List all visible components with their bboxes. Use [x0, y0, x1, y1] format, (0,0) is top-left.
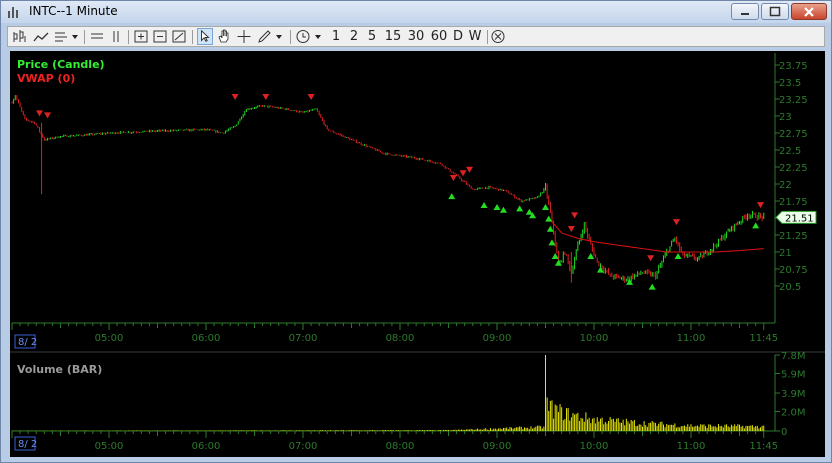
- timeframe-30-button[interactable]: 30: [405, 28, 427, 45]
- volume-panel[interactable]: 7.8M 5.9M 3.9M 2.0M 0 05:00 06:00 07:00 08:00 09…: [11, 351, 806, 452]
- price-y-tick-label: 23: [779, 112, 792, 123]
- timeframe-60-button[interactable]: 60: [428, 28, 450, 45]
- horizontal-line-icon[interactable]: [89, 28, 105, 45]
- volume-x-tick-label: 08:00: [386, 441, 415, 452]
- hand-icon[interactable]: [216, 28, 232, 45]
- price-x-tick-label: 09:00: [483, 333, 512, 344]
- price-y-tick-label: 22.25: [779, 163, 808, 174]
- chart-area[interactable]: 23.75 23.5 23.25 23 22.75 22.5 22.25 22 21.75 21.…: [10, 51, 825, 457]
- vwap-series-label: VWAP (0): [17, 72, 75, 85]
- volume-y-tick-label: 3.9M: [781, 389, 806, 400]
- price-x-tick-label: 05:00: [95, 333, 124, 344]
- pencil-icon[interactable]: [256, 28, 272, 45]
- window-title: INTC--1 Minute: [29, 4, 118, 18]
- chevron-down-icon[interactable]: [70, 28, 80, 45]
- vertical-line-icon[interactable]: [109, 28, 123, 45]
- volume-y-tick-label: 0: [781, 427, 787, 438]
- volume-y-tick-label: 7.8M: [781, 351, 806, 362]
- close-icon: [804, 7, 814, 17]
- toolbar-divider: [128, 30, 129, 44]
- line-chart-icon[interactable]: [32, 28, 50, 45]
- volume-x-tick-label: 06:00: [192, 441, 221, 452]
- last-price-tag: 21.51: [775, 210, 817, 224]
- price-y-tick-label: 22.5: [779, 146, 801, 157]
- timeframe-5-button[interactable]: 5: [365, 28, 379, 45]
- price-y-tick-label: 20.5: [779, 282, 801, 293]
- timeframe-week-button[interactable]: W: [467, 28, 483, 45]
- cancel-circle-icon[interactable]: [490, 28, 506, 45]
- toolbar-divider: [487, 30, 488, 44]
- timeframe-day-button[interactable]: D: [451, 28, 465, 45]
- price-y-tick-label: 22: [779, 180, 792, 191]
- clock-icon[interactable]: [295, 28, 311, 45]
- volume-x-tick-label: 07:00: [289, 441, 318, 452]
- volume-x-tick-label: 11:00: [677, 441, 706, 452]
- candle-chart-icon[interactable]: [11, 28, 29, 45]
- volume-x-tick-label: 09:00: [483, 441, 512, 452]
- price-x-tick-label: 11:00: [677, 333, 706, 344]
- toolbar-divider: [84, 30, 85, 44]
- close-button[interactable]: [791, 3, 827, 20]
- volume-x-tick-label: 11:45: [749, 441, 778, 452]
- volume-y-tick-label: 2.0M: [781, 408, 806, 419]
- price-date-label: 8/ 2: [18, 337, 37, 348]
- title-bar[interactable]: INTC--1 Minute: [1, 1, 831, 23]
- volume-x-tick-label: 10:00: [580, 441, 609, 452]
- price-x-tick-label: 06:00: [192, 333, 221, 344]
- volume-x-tick-label: 05:00: [95, 441, 124, 452]
- timeframe-2-button[interactable]: 2: [347, 28, 361, 45]
- last-price-label: 21.51: [785, 213, 814, 224]
- chevron-down-icon[interactable]: [313, 28, 323, 45]
- price-y-tick-label: 21.25: [779, 231, 808, 242]
- chart-toolbar: 1 2 5 15 30 60 D W: [7, 26, 825, 47]
- price-y-tick-label: 23.5: [779, 78, 801, 89]
- minimize-icon: [741, 13, 749, 15]
- zoom-out-icon[interactable]: [152, 28, 168, 45]
- price-series-label: Price (Candle): [17, 58, 105, 71]
- chevron-down-icon[interactable]: [274, 28, 284, 45]
- toolbar-divider: [290, 30, 291, 44]
- app-window: INTC--1 Minute 1 2 5 15 30 60 D W 23.75 …: [0, 0, 832, 463]
- maximize-icon: [769, 6, 781, 17]
- price-y-tick-label: 23.25: [779, 95, 808, 106]
- price-x-tick-label: 07:00: [289, 333, 318, 344]
- chart-app-icon: [8, 7, 18, 18]
- volume-date-label: 8/ 2: [18, 439, 37, 450]
- timeframe-1-button[interactable]: 1: [329, 28, 343, 45]
- price-y-tick-label: 23.75: [779, 61, 808, 72]
- toolbar-divider: [192, 30, 193, 44]
- price-y-tick-label: 21: [779, 248, 792, 259]
- chart-canvas[interactable]: 23.75 23.5 23.25 23 22.75 22.5 22.25 22 21.75 21.…: [10, 51, 825, 457]
- volume-x-ticks: 05:00 06:00 07:00 08:00 09:00 10:00 11:00 11:45: [11, 431, 778, 452]
- pointer-icon[interactable]: [197, 28, 213, 45]
- price-x-tick-label: 08:00: [386, 333, 415, 344]
- volume-y-ticks: 7.8M 5.9M 3.9M 2.0M 0: [775, 351, 806, 438]
- price-panel[interactable]: 23.75 23.5 23.25 23 22.75 22.5 22.25 22 21.75 21.…: [10, 51, 825, 351]
- volume-series-label: Volume (BAR): [17, 363, 102, 376]
- price-x-tick-label: 10:00: [580, 333, 609, 344]
- minimize-button[interactable]: [731, 3, 759, 20]
- volume-bars: [11, 355, 765, 431]
- fit-icon[interactable]: [171, 28, 187, 45]
- zoom-in-icon[interactable]: [133, 28, 149, 45]
- timeframe-15-button[interactable]: 15: [382, 28, 404, 45]
- volume-y-tick-label: 5.9M: [781, 370, 806, 381]
- maximize-button[interactable]: [761, 3, 789, 20]
- price-y-tick-label: 22.75: [779, 129, 808, 140]
- price-y-tick-label: 21.75: [779, 197, 808, 208]
- price-y-tick-label: 20.75: [779, 265, 808, 276]
- crosshair-icon[interactable]: [236, 28, 252, 45]
- price-x-tick-label: 11:45: [749, 333, 778, 344]
- indicator-icon[interactable]: [53, 28, 69, 45]
